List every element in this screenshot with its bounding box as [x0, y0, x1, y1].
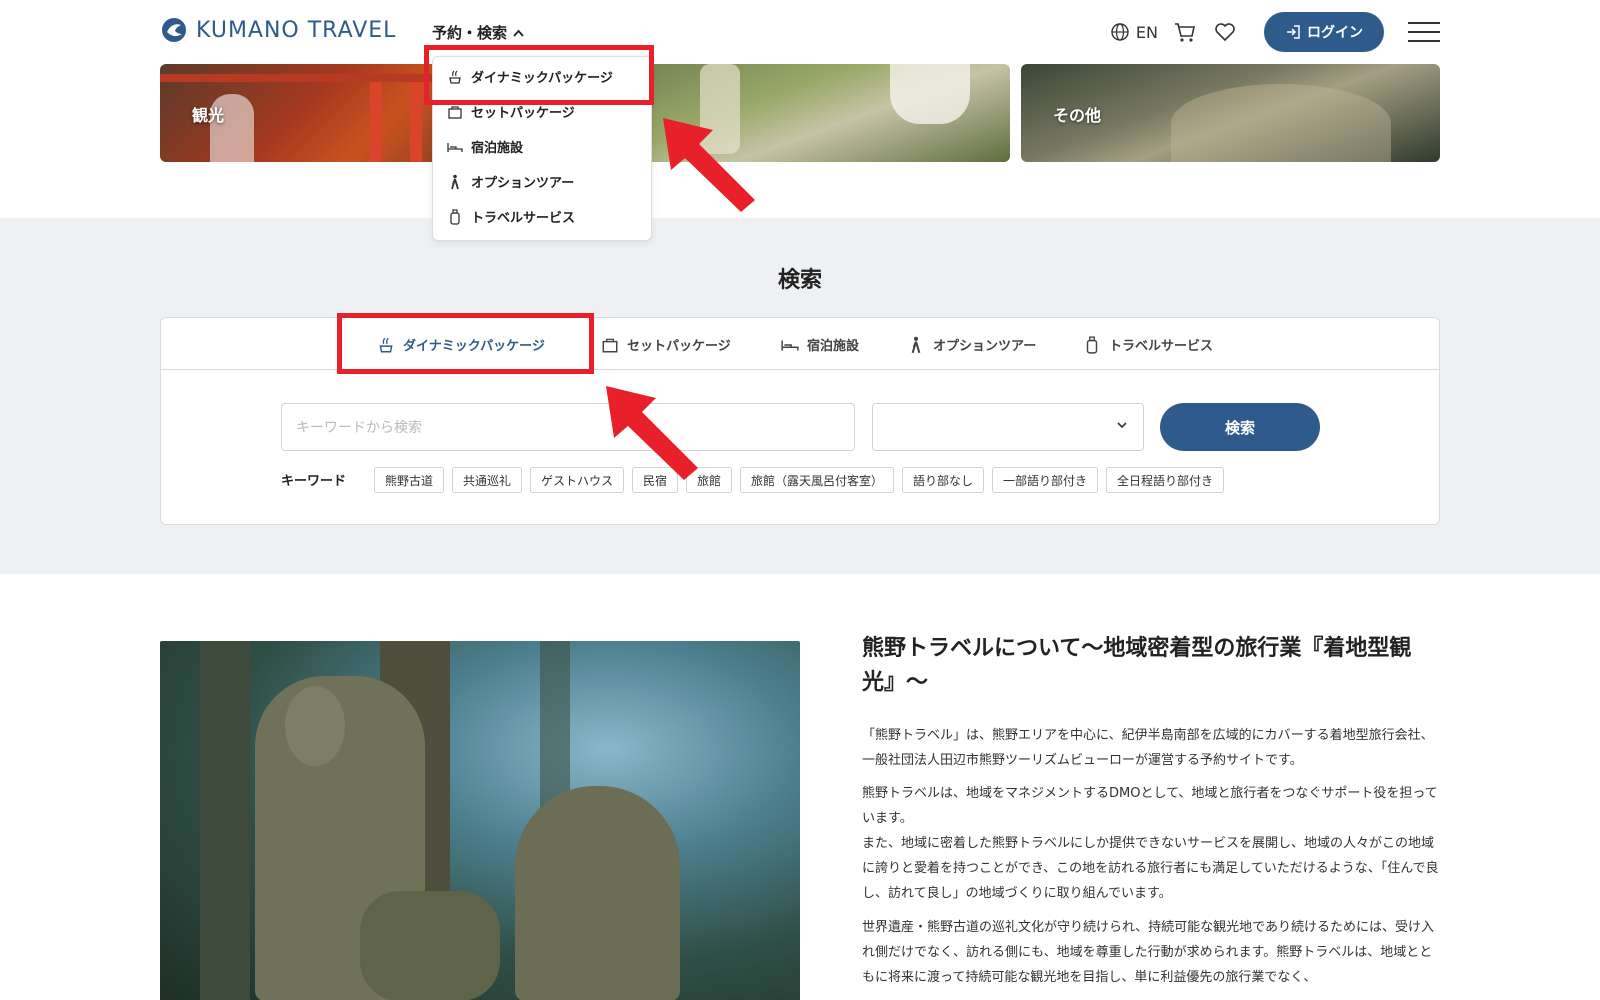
category-label: 観光	[192, 106, 225, 125]
hiker-icon	[907, 336, 925, 354]
keyword-tag[interactable]: 熊野古道	[374, 467, 444, 493]
arrow-pointer-icon	[663, 118, 755, 212]
tab-label: オプションツアー	[933, 339, 1037, 354]
highlight-box-tab	[337, 313, 594, 374]
area-select[interactable]	[872, 403, 1144, 451]
tab-label: セットパッケージ	[627, 339, 731, 354]
site-header: KUMANO TRAVEL 予約・検索 EN ログイン	[0, 0, 1600, 64]
dropdown-item-accommodation[interactable]: 宿泊施設	[447, 137, 523, 156]
nav-reserve-search[interactable]: 予約・検索	[432, 22, 524, 43]
tab-label: トラベルサービス	[1109, 339, 1214, 354]
login-label: ログイン	[1307, 25, 1363, 41]
logo-text: KUMANO TRAVEL	[196, 17, 397, 43]
language-switch[interactable]: EN	[1110, 22, 1158, 42]
dropdown-item-travel-service[interactable]: トラベルサービス	[447, 207, 575, 226]
login-icon	[1287, 25, 1300, 39]
about-paragraph: 熊野トラベルは、地域をマネジメントするDMOとして、地域と旅行者をつなぐサポート…	[862, 786, 1438, 826]
nav-reserve-search-label: 予約・検索	[432, 24, 508, 42]
tab-option-tour[interactable]: オプションツアー	[907, 335, 1036, 354]
dropdown-item-label: オプションツアー	[471, 176, 575, 191]
heart-icon[interactable]	[1212, 19, 1238, 45]
set-package-icon	[601, 336, 619, 354]
dropdown-item-option-tour[interactable]: オプションツアー	[447, 172, 574, 191]
dropdown-item-label: 宿泊施設	[471, 141, 524, 156]
set-package-icon	[447, 104, 463, 120]
jizo-statues-image	[160, 641, 800, 1000]
tab-accommodation[interactable]: 宿泊施設	[781, 335, 859, 354]
category-other[interactable]: その他	[1021, 64, 1440, 162]
cart-icon[interactable]	[1172, 19, 1198, 45]
search-title: 検索	[777, 268, 822, 293]
header-actions: EN ログイン	[1110, 12, 1440, 52]
bottle-icon	[1083, 335, 1101, 354]
arrow-pointer-icon	[606, 386, 698, 480]
keyword-tag[interactable]: 全日程語り部付き	[1106, 467, 1224, 493]
tab-travel-service[interactable]: トラベルサービス	[1083, 335, 1213, 354]
bed-icon	[781, 336, 799, 354]
chevron-down-icon	[1117, 422, 1127, 429]
keyword-tag[interactable]: 語り部なし	[902, 467, 984, 493]
category-label: その他	[1053, 106, 1102, 125]
tab-label: 宿泊施設	[807, 339, 860, 354]
bottle-icon	[447, 208, 463, 225]
hamburger-menu-icon[interactable]	[1408, 22, 1440, 42]
category-banner-row: 観光 その他	[160, 64, 1440, 162]
bed-icon	[447, 139, 463, 155]
login-button[interactable]: ログイン	[1264, 12, 1384, 52]
about-paragraph: 世界遺産・熊野古道の巡礼文化が守り続けられ、持続可能な観光地であり続けるためには…	[862, 920, 1435, 985]
hiker-icon	[447, 174, 463, 190]
dropdown-item-label: トラベルサービス	[471, 211, 576, 226]
keyword-tag[interactable]: 共通巡礼	[452, 467, 522, 493]
logo-crow-icon	[162, 18, 186, 42]
search-button[interactable]: 検索	[1160, 403, 1320, 451]
about-paragraph: また、地域に密着した熊野トラベルにしか提供できないサービスを展開し、地域の人々が…	[862, 836, 1439, 901]
keyword-search-input[interactable]: キーワードから検索	[281, 403, 855, 451]
chevron-up-icon	[513, 29, 524, 37]
tab-set-package[interactable]: セットパッケージ	[601, 335, 731, 354]
logo[interactable]: KUMANO TRAVEL	[160, 16, 396, 44]
highlight-box-dropdown-item	[424, 45, 654, 105]
keyword-tag[interactable]: 一部語り部付き	[992, 467, 1098, 493]
keyword-tag[interactable]: 旅館（露天風呂付客室）	[740, 467, 894, 493]
about-title: 熊野トラベルについて〜地域密着型の旅行業『着地型観光』〜	[862, 636, 1412, 695]
keyword-label: キーワード	[281, 474, 347, 489]
globe-icon	[1111, 23, 1129, 41]
language-label: EN	[1135, 22, 1158, 42]
about-paragraph: 「熊野トラベル」は、熊野エリアを中心に、紀伊半島南部を広域的にカバーする着地型旅…	[862, 728, 1434, 768]
